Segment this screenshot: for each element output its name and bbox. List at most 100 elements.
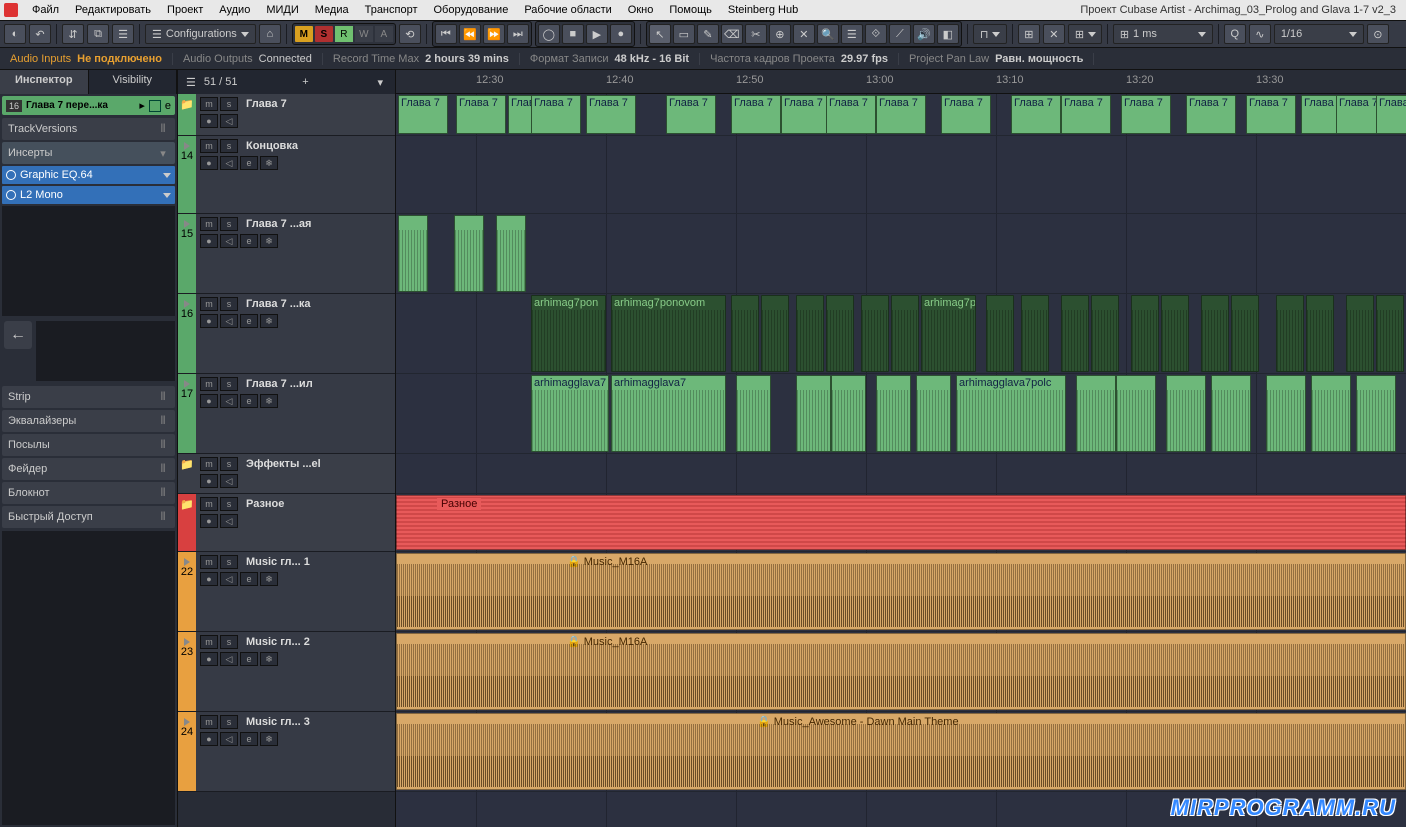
- expand-icon[interactable]: [184, 558, 190, 566]
- audio-clip[interactable]: Глава 7: [1376, 95, 1406, 134]
- audio-clip[interactable]: [496, 215, 526, 292]
- track-body[interactable]: msКонцовка●◁e❄: [196, 136, 395, 213]
- edit-channel-button[interactable]: e: [240, 234, 258, 248]
- track-stripe[interactable]: 📁: [178, 94, 196, 135]
- monitor-button[interactable]: ◁: [220, 652, 238, 666]
- freeze-button[interactable]: ❄: [260, 394, 278, 408]
- audio-clip[interactable]: Глава 7: [731, 95, 781, 134]
- track-solo-button[interactable]: s: [220, 497, 238, 511]
- audio-clip[interactable]: [1021, 295, 1049, 372]
- track-body[interactable]: msГлава 7 ...ил●◁e❄: [196, 374, 395, 453]
- track-row[interactable]: 17msГлава 7 ...ил●◁e❄: [178, 374, 395, 454]
- rewind-start-button[interactable]: ⏮: [435, 24, 457, 44]
- audio-clip[interactable]: [1276, 295, 1304, 372]
- quantize-button[interactable]: Q: [1224, 24, 1246, 44]
- track-mute-button[interactable]: m: [200, 715, 218, 729]
- inspector-trackversions[interactable]: TrackVersions⦀: [2, 118, 175, 140]
- inspector-eq[interactable]: Эквалайзеры⦀: [2, 410, 175, 432]
- track-stripe[interactable]: 16: [178, 294, 196, 373]
- event-lane[interactable]: Разное: [396, 494, 1406, 552]
- mute-tool-button[interactable]: ✕: [793, 24, 815, 44]
- arrange-area[interactable]: 12:3012:4012:5013:0013:1013:2013:30 Глав…: [396, 70, 1406, 827]
- home-button[interactable]: ⌂: [259, 24, 281, 44]
- monitor-button[interactable]: ◁: [220, 572, 238, 586]
- track-row[interactable]: 24msMusic гл... 3●◁e❄: [178, 712, 395, 792]
- event-lane[interactable]: arhimag7ponarhimag7ponovomarhimag7p: [396, 294, 1406, 374]
- global-mute-button[interactable]: M: [295, 26, 313, 42]
- timewarp-tool-button[interactable]: ⟐: [865, 24, 887, 44]
- grid-type-dropdown[interactable]: ⊞: [1068, 24, 1102, 44]
- track-stripe[interactable]: 24: [178, 712, 196, 791]
- rewind-button[interactable]: ⏪: [459, 24, 481, 44]
- edit-channel-button[interactable]: e: [240, 314, 258, 328]
- track-stripe[interactable]: 📁: [178, 494, 196, 551]
- track-row[interactable]: 14msКонцовка●◁e❄: [178, 136, 395, 214]
- audio-clip[interactable]: arhimagglava7: [611, 375, 726, 452]
- menu-media[interactable]: Медиа: [307, 4, 357, 16]
- play-tool-button[interactable]: 🔊: [913, 24, 935, 44]
- audio-clip[interactable]: [1266, 375, 1306, 452]
- mixer-button[interactable]: ⧉: [87, 24, 109, 44]
- record-enable-button[interactable]: ●: [200, 652, 218, 666]
- audio-clip[interactable]: [861, 295, 889, 372]
- event-lane[interactable]: 🔒 Music_M16A: [396, 632, 1406, 712]
- audio-clip[interactable]: [454, 215, 484, 292]
- quantize-preset-dropdown[interactable]: 1/16: [1274, 24, 1364, 44]
- audio-clip[interactable]: Разное: [396, 495, 1406, 550]
- audio-clip[interactable]: 🔒 Music_Awesome - Dawn Main Theme: [396, 713, 1406, 790]
- track-stripe[interactable]: 15: [178, 214, 196, 293]
- activate-project-button[interactable]: ◐: [4, 24, 26, 44]
- track-body[interactable]: msMusic гл... 3●◁e❄: [196, 712, 395, 791]
- audio-clip[interactable]: Глава 7: [1186, 95, 1236, 134]
- back-button[interactable]: ←: [4, 321, 32, 349]
- grid-value-dropdown[interactable]: ⊞ 1 ms: [1113, 24, 1213, 44]
- power-icon[interactable]: [6, 190, 16, 200]
- audio-clip[interactable]: [1376, 295, 1404, 372]
- menu-hardware[interactable]: Оборудование: [426, 4, 517, 16]
- track-stripe[interactable]: 22: [178, 552, 196, 631]
- settings-button[interactable]: ☰: [112, 24, 134, 44]
- inspector-fader[interactable]: Фейдер⦀: [2, 458, 175, 480]
- record-enable-button[interactable]: ●: [200, 572, 218, 586]
- event-lane[interactable]: [396, 454, 1406, 494]
- audio-clip[interactable]: [1091, 295, 1119, 372]
- monitor-button[interactable]: ◁: [220, 156, 238, 170]
- track-mute-button[interactable]: m: [200, 217, 218, 231]
- audio-clip[interactable]: Глава 7: [586, 95, 636, 134]
- track-row[interactable]: 📁msГлава 7●◁: [178, 94, 395, 136]
- freeze-button[interactable]: ❄: [260, 234, 278, 248]
- record-button[interactable]: ●: [610, 24, 632, 44]
- audio-clip[interactable]: Глава 7: [1246, 95, 1296, 134]
- audio-clip[interactable]: [796, 295, 824, 372]
- audio-clip[interactable]: [876, 375, 911, 452]
- edit-channel-button[interactable]: e: [240, 652, 258, 666]
- audio-clip[interactable]: [986, 295, 1014, 372]
- audio-clip[interactable]: Глава 7: [826, 95, 876, 134]
- audio-clip[interactable]: [1166, 375, 1206, 452]
- filter-icon[interactable]: ☰: [186, 76, 196, 89]
- forward-end-button[interactable]: ⏭: [507, 24, 529, 44]
- edit-channel-button[interactable]: e: [240, 732, 258, 746]
- play-button[interactable]: ▶: [586, 24, 608, 44]
- audio-clip[interactable]: [916, 375, 951, 452]
- audio-clip[interactable]: [398, 215, 428, 292]
- inspector-sends[interactable]: Посылы⦀: [2, 434, 175, 456]
- inspector-strip[interactable]: Strip⦀: [2, 386, 175, 408]
- color-tool-button[interactable]: ◧: [937, 24, 959, 44]
- audio-clip[interactable]: [1306, 295, 1334, 372]
- expand-icon[interactable]: [184, 220, 190, 228]
- comp-tool-button[interactable]: ☰: [841, 24, 863, 44]
- record-enable-button[interactable]: ●: [200, 114, 218, 128]
- menu-midi[interactable]: МИДИ: [258, 4, 306, 16]
- inspector-inserts-header[interactable]: Инсерты▾: [2, 142, 175, 164]
- event-lane[interactable]: 🔒 Music_Awesome - Dawn Main Theme: [396, 712, 1406, 792]
- menu-window[interactable]: Окно: [620, 4, 662, 16]
- track-solo-button[interactable]: s: [220, 555, 238, 569]
- record-enable-button[interactable]: ●: [200, 514, 218, 528]
- audio-clip[interactable]: [1346, 295, 1374, 372]
- menu-workspaces[interactable]: Рабочие области: [516, 4, 619, 16]
- audio-clip[interactable]: [1161, 295, 1189, 372]
- glue-tool-button[interactable]: ⊕: [769, 24, 791, 44]
- audio-clip[interactable]: [891, 295, 919, 372]
- event-lane[interactable]: 🔒 Music_M16A: [396, 552, 1406, 632]
